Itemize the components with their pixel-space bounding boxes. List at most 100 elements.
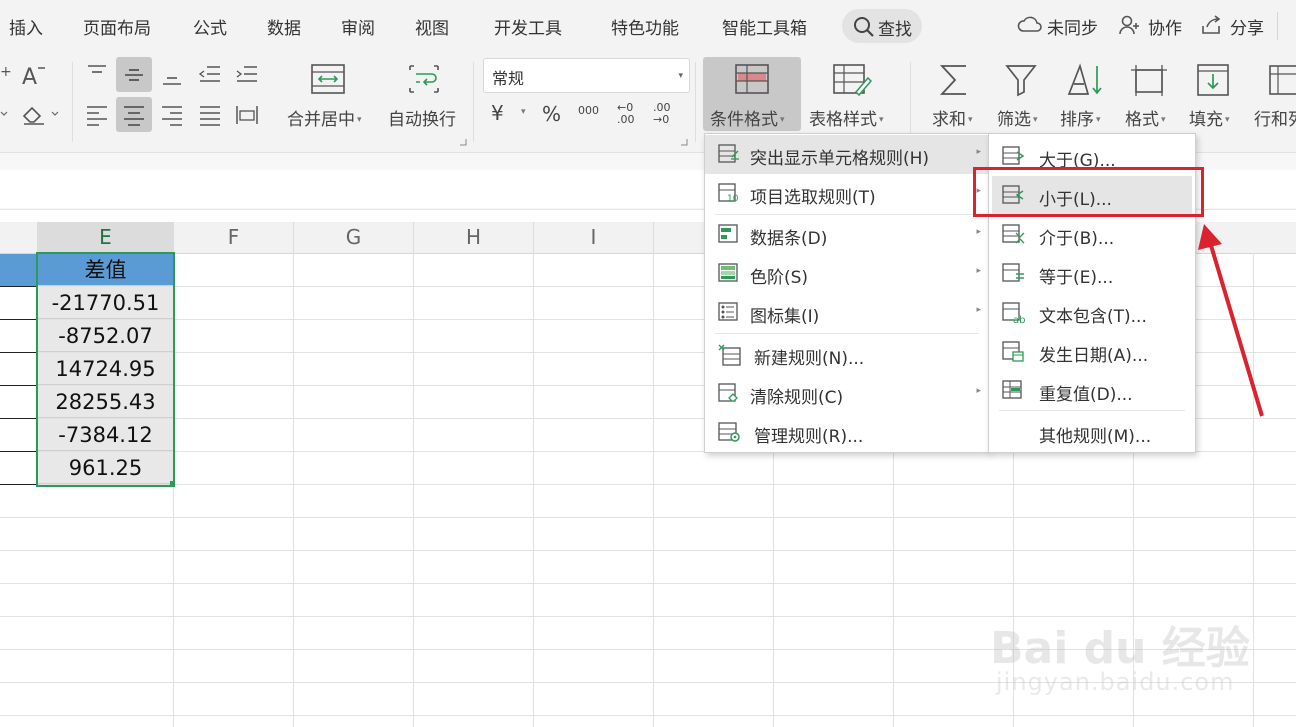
menu-tab-bar: 插入 页面布局 公式 数据 审阅 视图 开发工具 特色功能 智能工具箱 查找 未…: [0, 0, 1296, 52]
submenu-item-between[interactable]: 介于(B)...: [989, 215, 1195, 254]
column-header-f[interactable]: F: [174, 222, 294, 253]
clear-rules-icon: [718, 383, 738, 402]
justify-icon[interactable]: [197, 102, 223, 128]
grid-line: [0, 484, 1296, 485]
tab-page-layout[interactable]: 页面布局: [83, 14, 151, 39]
thousands-separator-button[interactable]: 000: [578, 104, 599, 117]
menu-item-top-bottom-rules[interactable]: 10 项目选取规则(T) ▸: [705, 174, 989, 213]
submenu-item-equal-to[interactable]: 等于(E)...: [989, 254, 1195, 293]
row-col-button[interactable]: 行和列: [1252, 60, 1296, 132]
column-header-e[interactable]: E: [38, 222, 174, 253]
percent-style-button[interactable]: %: [542, 102, 561, 126]
tab-review[interactable]: 审阅: [341, 14, 375, 39]
fill-button[interactable]: 填充 ▾: [1186, 60, 1242, 132]
menu-item-new-rule[interactable]: 新建规则(N)...: [705, 335, 989, 374]
row-col-label: 行和列: [1254, 110, 1296, 130]
table-style-icon: [833, 64, 872, 97]
sync-status-button[interactable]: 未同步: [1017, 14, 1107, 39]
ribbon-divider: [910, 62, 911, 142]
grid-line: [0, 517, 1296, 518]
auto-wrap-button[interactable]: 自动换行: [384, 60, 468, 132]
merge-cells-icon: [311, 64, 345, 94]
align-right-icon[interactable]: [159, 102, 185, 128]
share-button[interactable]: 分享: [1200, 14, 1270, 39]
format-button[interactable]: 格式 ▾: [1121, 60, 1177, 132]
distributed-align-icon[interactable]: [234, 102, 260, 128]
submenu-item-more-rules[interactable]: 其他规则(M)...: [989, 413, 1195, 452]
svg-text:10: 10: [727, 194, 739, 203]
svg-text:ab: ab: [1013, 315, 1025, 324]
selection-border: [36, 252, 175, 487]
chevron-right-icon: ▸: [976, 147, 981, 157]
menu-item-color-scales[interactable]: 色阶(S) ▸: [705, 254, 989, 293]
row-col-icon: [1269, 65, 1296, 95]
decrease-indent-icon[interactable]: [197, 62, 223, 88]
align-top-icon[interactable]: [84, 62, 110, 88]
currency-format-button[interactable]: ¥ ▾: [491, 101, 531, 127]
conditional-format-button[interactable]: 条件格式 ▾: [703, 57, 801, 131]
align-middle-icon[interactable]: [121, 62, 147, 88]
collaborate-button[interactable]: 协作: [1118, 14, 1188, 39]
table-style-button[interactable]: 表格样式 ▾: [806, 60, 898, 132]
font-increase-icon[interactable]: +: [0, 62, 12, 82]
increase-indent-icon[interactable]: [234, 62, 260, 88]
menu-item-clear-rules[interactable]: 清除规则(C) ▸: [705, 374, 989, 413]
column-header-h[interactable]: H: [414, 222, 534, 253]
align-left-icon[interactable]: [84, 102, 110, 128]
tab-insert[interactable]: 插入: [9, 14, 43, 39]
svg-text:A: A: [22, 65, 37, 88]
number-format-value: 常规: [492, 69, 525, 88]
grid-line: [293, 253, 294, 727]
ribbon-divider: [473, 62, 474, 142]
cell-d-header[interactable]: [0, 254, 37, 286]
tab-view[interactable]: 视图: [415, 14, 449, 39]
tab-formulas[interactable]: 公式: [193, 14, 227, 39]
search-label: 查找: [878, 20, 912, 40]
search-icon: [854, 17, 874, 37]
filter-button[interactable]: 筛选 ▾: [994, 60, 1050, 132]
sum-button[interactable]: 求和 ▾: [928, 60, 984, 132]
calendar-icon: [1002, 341, 1024, 362]
align-bottom-icon[interactable]: [159, 62, 185, 88]
cell-border: [0, 484, 37, 485]
menu-item-data-bars[interactable]: 数据条(D) ▸: [705, 215, 989, 254]
chevron-down-icon[interactable]: [0, 102, 10, 122]
svg-text:+: +: [0, 64, 12, 80]
increase-decimal-button[interactable]: ←0 .00: [617, 102, 647, 126]
submenu-item-text-contains[interactable]: ab 文本包含(T)...: [989, 293, 1195, 332]
column-header-i[interactable]: I: [534, 222, 654, 253]
dialog-launcher-icon[interactable]: [459, 138, 467, 146]
eraser-icon[interactable]: [20, 102, 62, 126]
column-header-g[interactable]: G: [294, 222, 414, 253]
sync-label: 未同步: [1047, 19, 1098, 39]
manage-rules-icon: [718, 422, 740, 442]
number-format-select[interactable]: 常规 ▾: [483, 58, 690, 93]
fill-handle[interactable]: [170, 481, 175, 486]
align-center-icon[interactable]: [121, 102, 147, 128]
submenu-item-date-occurring[interactable]: 发生日期(A)...: [989, 332, 1195, 371]
decrease-decimal-button[interactable]: .00 →0: [653, 102, 683, 126]
merge-center-button[interactable]: 合并居中 ▾: [284, 60, 374, 132]
tab-developer[interactable]: 开发工具: [494, 14, 562, 39]
format-cells-icon: [1131, 65, 1167, 96]
collaborate-label: 协作: [1148, 19, 1182, 39]
ribbon-divider: [72, 62, 73, 142]
data-bars-icon: [718, 224, 738, 243]
submenu-item-duplicate-values[interactable]: 重复值(D)...: [989, 371, 1195, 410]
menu-item-highlight-cells-rules[interactable]: 突出显示单元格规则(H) ▸: [705, 135, 989, 174]
wrap-text-icon: [409, 65, 439, 93]
tab-smart-toolbox[interactable]: 智能工具箱: [722, 14, 807, 39]
sum-label: 求和 ▾: [932, 110, 973, 130]
grid-line: [533, 253, 534, 727]
sort-button[interactable]: 排序 ▾: [1058, 60, 1114, 132]
baidu-jingyan-watermark: Bai du 经验 jingyan.baidu.com: [990, 590, 1250, 700]
dialog-launcher-icon[interactable]: [680, 138, 688, 146]
menu-item-manage-rules[interactable]: 管理规则(R)...: [705, 413, 989, 452]
font-decrease-icon[interactable]: A: [20, 62, 48, 88]
search-button[interactable]: 查找: [842, 9, 922, 43]
tab-special-features[interactable]: 特色功能: [611, 14, 679, 39]
column-header-d[interactable]: [0, 222, 38, 253]
tab-data[interactable]: 数据: [267, 14, 301, 39]
menu-item-icon-sets[interactable]: 图标集(I) ▸: [705, 293, 989, 332]
fill-down-icon: [1197, 64, 1229, 96]
